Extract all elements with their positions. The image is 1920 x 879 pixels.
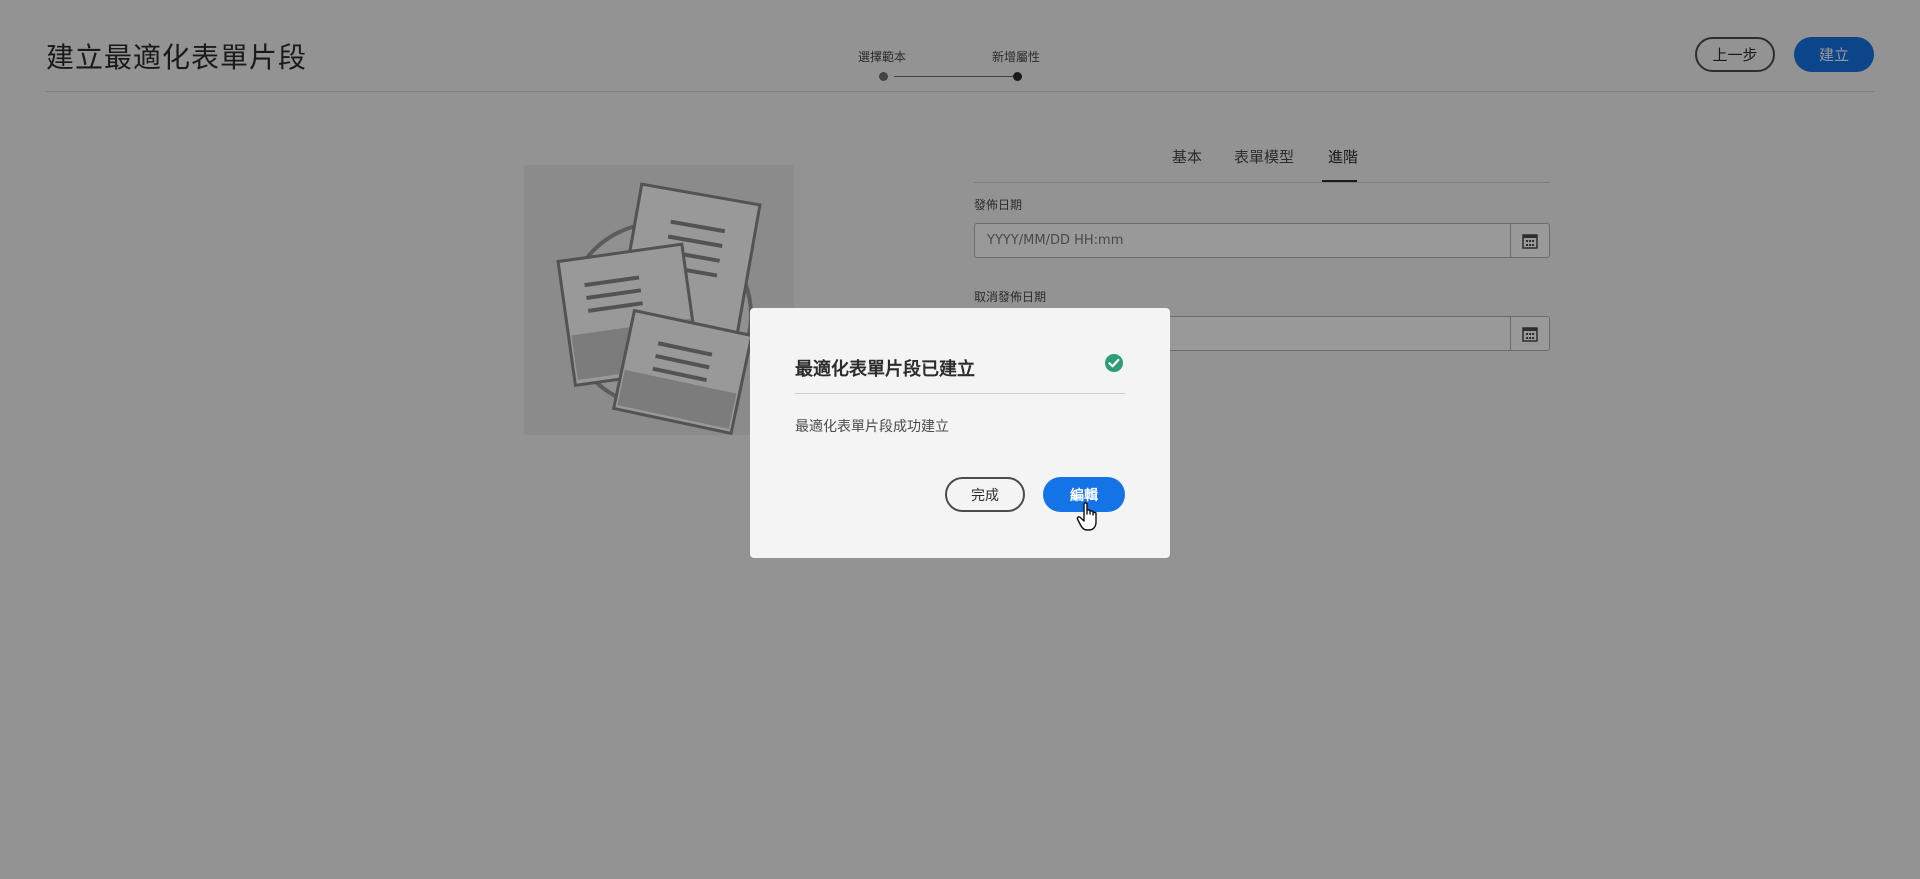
success-dialog: 最適化表單片段已建立 最適化表單片段成功建立 完成 編輯 — [750, 308, 1170, 558]
dialog-title: 最適化表單片段已建立 — [795, 359, 975, 380]
hand-pointer-icon — [1076, 502, 1097, 531]
done-button[interactable]: 完成 — [945, 477, 1025, 512]
success-check-icon — [1105, 354, 1123, 372]
dialog-divider — [795, 393, 1125, 394]
dialog-message: 最適化表單片段成功建立 — [795, 419, 949, 435]
